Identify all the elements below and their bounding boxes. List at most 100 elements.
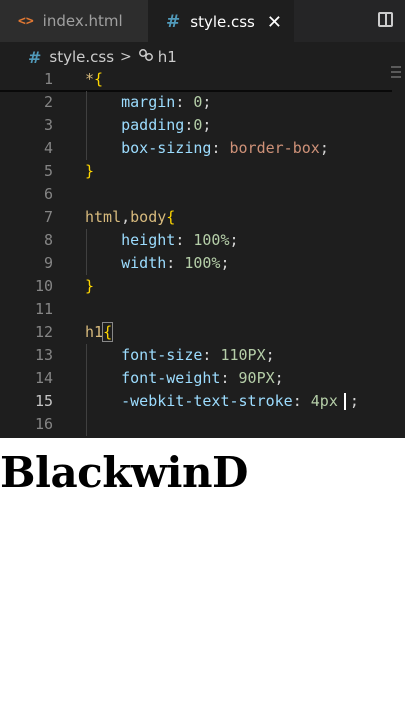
code-line[interactable]: 3 padding:0; <box>0 114 405 137</box>
code-line[interactable]: 11 <box>0 298 405 321</box>
code-line[interactable]: 6 <box>0 183 405 206</box>
code-line[interactable]: 10} <box>0 275 405 298</box>
line-text: margin: 0; <box>85 91 211 114</box>
code-line[interactable]: 16 <box>0 413 405 436</box>
line-text: -webkit-text-stroke: 4px; <box>85 390 359 413</box>
code-line[interactable]: 9 width: 100%; <box>0 252 405 275</box>
browser-preview: BlackwinD <box>0 438 405 720</box>
code-token: 100% <box>193 231 230 249</box>
tab-bar: <> index.html # style.css ✕ <box>0 0 405 43</box>
indent-guide <box>86 344 87 436</box>
code-editor[interactable]: <> index.html # style.css ✕ # style.css … <box>0 0 405 438</box>
line-number: 16 <box>34 415 53 433</box>
close-icon[interactable]: ✕ <box>267 12 282 33</box>
code-token: { <box>166 208 176 226</box>
line-number: 2 <box>43 93 53 111</box>
line-text: } <box>85 275 94 298</box>
html-file-icon: <> <box>18 13 34 29</box>
line-number: 7 <box>43 208 53 226</box>
line-text: h1{ <box>85 321 114 344</box>
code-token: ; <box>202 116 212 134</box>
tab-label: index.html <box>42 12 123 30</box>
line-text: font-weight: 90PX; <box>85 367 284 390</box>
code-line[interactable]: 15 -webkit-text-stroke: 4px; <box>0 390 405 413</box>
tab-index-html[interactable]: <> index.html <box>0 0 148 42</box>
code-token: } <box>85 162 95 180</box>
line-number: 8 <box>43 231 53 249</box>
code-token: font-size <box>85 346 203 364</box>
tab-style-css[interactable]: # style.css ✕ <box>148 0 294 43</box>
line-number: 1 <box>43 70 53 88</box>
breadcrumb-file[interactable]: style.css <box>49 48 114 66</box>
code-line[interactable]: 12 h1{ <box>0 321 405 344</box>
code-area[interactable]: 1 *{2 margin: 0; 3 padding:0; 4 box-sizing:… <box>0 68 405 436</box>
code-token: html <box>85 208 122 226</box>
tab-label: style.css <box>190 13 255 31</box>
line-number: 5 <box>43 162 53 180</box>
line-number: 10 <box>34 277 53 295</box>
code-token: margin <box>85 93 176 111</box>
code-line[interactable]: 8 height: 100%; <box>0 229 405 252</box>
code-token: } <box>85 277 95 295</box>
code-token: { <box>94 70 104 88</box>
code-line[interactable]: 1 *{ <box>0 68 405 91</box>
code-token: box-sizing <box>85 139 212 157</box>
code-line[interactable]: 5} <box>0 160 405 183</box>
line-text: box-sizing: border-box; <box>85 137 329 160</box>
text-cursor <box>343 393 346 410</box>
indent-guide <box>86 229 87 275</box>
code-token: : <box>292 392 311 410</box>
line-text: *{ <box>85 68 103 91</box>
code-token: 90PX <box>238 369 275 387</box>
code-token: 4px <box>310 392 338 410</box>
code-token: : <box>202 346 221 364</box>
code-token: -webkit-text-stroke <box>85 392 293 410</box>
code-line[interactable]: 4 box-sizing: border-box; <box>0 137 405 160</box>
line-number: 14 <box>34 369 53 387</box>
code-token: ; <box>220 254 230 272</box>
line-number: 13 <box>34 346 53 364</box>
code-token: body <box>130 208 167 226</box>
code-token: : <box>175 93 194 111</box>
code-token: ; <box>319 139 329 157</box>
breadcrumb-symbol[interactable]: h1 <box>158 48 177 66</box>
code-token: font-weight <box>85 369 221 387</box>
code-token: ; <box>349 392 359 410</box>
code-token: : <box>220 369 239 387</box>
code-token: : <box>211 139 230 157</box>
line-text: font-size: 110PX; <box>85 344 275 367</box>
line-number: 11 <box>34 300 53 318</box>
indent-guide <box>86 91 87 160</box>
split-editor-icon[interactable] <box>378 12 393 27</box>
code-token: ; <box>274 369 284 387</box>
line-number: 9 <box>43 254 53 272</box>
code-token: width <box>85 254 167 272</box>
line-number: 3 <box>43 116 53 134</box>
css-file-icon: # <box>166 12 181 32</box>
code-token: 100% <box>184 254 221 272</box>
code-token: 110PX <box>220 346 266 364</box>
code-token: border-box <box>229 139 320 157</box>
chevron-right-icon: > <box>120 49 132 65</box>
code-line[interactable]: 13 font-size: 110PX; <box>0 344 405 367</box>
code-line[interactable]: 2 margin: 0; <box>0 91 405 114</box>
code-token: : <box>166 254 185 272</box>
line-number: 15 <box>34 392 53 410</box>
line-text: height: 100%; <box>85 229 239 252</box>
code-token: padding <box>85 116 185 134</box>
line-text: width: 100%; <box>85 252 230 275</box>
line-text: html,body{ <box>85 206 175 229</box>
code-token: ; <box>229 231 239 249</box>
code-token: { <box>102 322 114 342</box>
preview-heading: BlackwinD <box>0 448 248 497</box>
line-number: 4 <box>43 139 53 157</box>
code-token: height <box>85 231 176 249</box>
code-token: * <box>85 70 95 88</box>
line-text: } <box>85 160 94 183</box>
code-line[interactable]: 14 font-weight: 90PX; <box>0 367 405 390</box>
line-number: 6 <box>43 185 53 203</box>
code-line[interactable]: 7 html,body{ <box>0 206 405 229</box>
symbol-class-icon <box>138 48 154 66</box>
code-token: , <box>121 208 131 226</box>
css-file-icon: # <box>28 47 42 67</box>
